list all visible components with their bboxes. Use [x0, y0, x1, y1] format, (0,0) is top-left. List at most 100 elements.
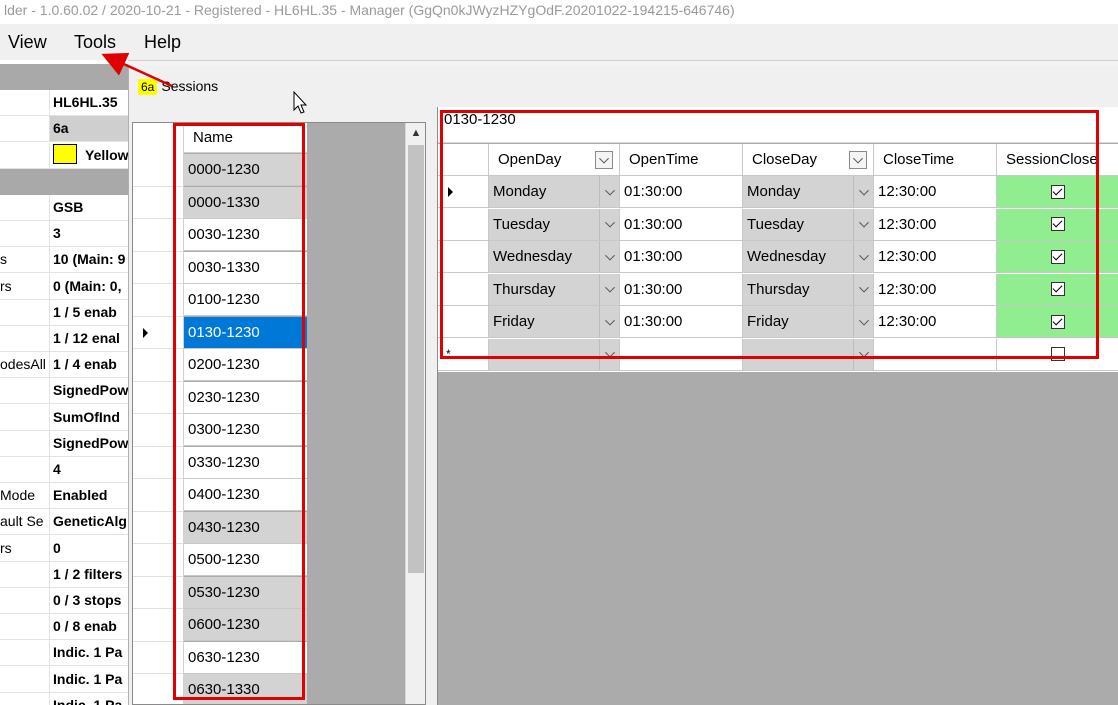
session-name-row[interactable]: 0000-1330 — [184, 186, 307, 219]
filter-dropdown-icon[interactable] — [595, 151, 613, 169]
session-close-checkbox[interactable] — [1050, 314, 1065, 329]
session-close-checkbox[interactable] — [1050, 347, 1065, 361]
combo-dropdown-button[interactable] — [853, 176, 873, 207]
combo-dropdown-button[interactable] — [599, 241, 619, 272]
cell-close-day[interactable]: Wednesday — [743, 241, 874, 273]
property-row[interactable]: rs 0 — [0, 535, 128, 562]
cell-session-close[interactable] — [997, 273, 1118, 306]
cell-close-time[interactable]: 12:30:00 — [874, 273, 997, 306]
session-close-checkbox[interactable] — [1050, 217, 1065, 231]
cell-session-close[interactable] — [997, 306, 1118, 338]
property-row[interactable]: Indic. 1 Pa — [0, 692, 128, 705]
session-close-checkbox[interactable] — [1050, 184, 1065, 199]
column-header-open-time[interactable]: OpenTime — [620, 144, 743, 176]
filter-dropdown-icon[interactable] — [849, 151, 867, 169]
session-name-row[interactable]: 0530-1230 — [184, 576, 307, 609]
property-value[interactable]: GeneticAlg — [49, 509, 128, 535]
property-value[interactable]: HL6HL.35 — [49, 90, 128, 116]
row-header-cell[interactable]: * — [438, 338, 489, 371]
property-row[interactable]: rs 0 (Main: 0, — [0, 273, 128, 300]
property-value[interactable]: Indic. 1 Pa — [49, 666, 128, 692]
cell-open-time[interactable]: 01:30:00 — [620, 306, 743, 338]
property-category-row[interactable] — [0, 168, 128, 195]
combo-dropdown-button[interactable] — [853, 273, 873, 305]
property-row[interactable]: Yellow — [0, 142, 128, 169]
cell-close-day[interactable]: Tuesday — [743, 208, 874, 241]
cell-open-time[interactable]: 01:30:00 — [620, 273, 743, 306]
scroll-thumb[interactable] — [408, 145, 424, 573]
property-row[interactable]: 1 / 2 filters — [0, 561, 128, 588]
cell-close-day[interactable] — [743, 338, 874, 371]
session-name-row[interactable]: 0000-1230 — [184, 154, 307, 186]
cell-close-time[interactable]: 12:30:00 — [874, 176, 997, 208]
cell-open-day[interactable] — [489, 338, 620, 371]
cell-session-close[interactable] — [997, 176, 1118, 208]
combo-dropdown-button[interactable] — [599, 273, 619, 305]
row-header-cell[interactable] — [438, 241, 489, 273]
combo-dropdown-button[interactable] — [599, 176, 619, 207]
row-header-cell[interactable] — [438, 273, 489, 306]
menu-view[interactable]: View — [8, 30, 47, 54]
name-column-header[interactable]: Name — [184, 123, 307, 153]
combo-dropdown-button[interactable] — [853, 306, 873, 337]
combo-dropdown-button[interactable] — [599, 338, 619, 370]
combo-dropdown-button[interactable] — [853, 338, 873, 370]
session-name-row[interactable]: 0030-1330 — [184, 251, 307, 284]
property-value[interactable]: 0 (Main: 0, — [49, 273, 128, 299]
property-value[interactable]: Indic. 1 Pa — [49, 692, 128, 705]
property-value[interactable]: GSB — [49, 195, 128, 220]
cell-open-day[interactable]: Wednesday — [489, 241, 620, 273]
row-header-cell[interactable] — [438, 176, 489, 208]
scroll-up-arrow-icon[interactable]: ▲ — [406, 123, 425, 143]
cell-session-close[interactable] — [997, 241, 1118, 273]
property-row[interactable]: Indic. 1 Pa — [0, 666, 128, 693]
property-category-row[interactable] — [0, 64, 128, 90]
session-close-checkbox[interactable] — [1050, 282, 1065, 296]
property-row[interactable]: 1 / 5 enab — [0, 299, 128, 326]
property-row[interactable]: s 10 (Main: 9 — [0, 247, 128, 274]
cell-open-day[interactable]: Tuesday — [489, 208, 620, 241]
property-value[interactable]: 10 (Main: 9 — [49, 247, 128, 273]
property-value[interactable]: 1 / 2 filters — [49, 561, 128, 587]
cell-close-time[interactable]: 12:30:00 — [874, 306, 997, 338]
property-row[interactable]: ault Se GeneticAlg — [0, 509, 128, 536]
cell-open-time[interactable] — [620, 338, 743, 371]
property-value[interactable]: 0 — [49, 535, 128, 561]
combo-dropdown-button[interactable] — [853, 241, 873, 272]
session-name-row[interactable]: 0500-1230 — [184, 544, 307, 576]
cell-open-time[interactable]: 01:30:00 — [620, 241, 743, 273]
property-row[interactable]: 1 / 12 enal — [0, 326, 128, 352]
cell-open-day[interactable]: Monday — [489, 176, 620, 208]
property-value[interactable]: 6a — [49, 116, 128, 142]
property-value[interactable]: 1 / 12 enal — [49, 326, 128, 351]
property-row[interactable]: SumOfInd — [0, 404, 128, 431]
column-header-open-day[interactable]: OpenDay — [489, 144, 620, 176]
column-header-close-time[interactable]: CloseTime — [874, 144, 997, 176]
property-row[interactable]: odesAll 1 / 4 enab — [0, 352, 128, 379]
property-value[interactable]: SignedPow — [49, 430, 128, 456]
cell-close-day[interactable]: Thursday — [743, 273, 874, 306]
property-row[interactable]: 0 / 8 enab — [0, 614, 128, 641]
cell-close-day[interactable]: Monday — [743, 176, 874, 208]
session-name-row[interactable]: 0400-1230 — [184, 479, 307, 511]
property-value[interactable]: 3 — [49, 221, 128, 247]
row-header-cell[interactable] — [438, 306, 489, 338]
cell-close-time[interactable]: 12:30:00 — [874, 241, 997, 273]
cell-open-day[interactable]: Friday — [489, 306, 620, 338]
property-row[interactable]: 4 — [0, 457, 128, 483]
property-row[interactable]: GSB — [0, 195, 128, 221]
name-list-scrollbar[interactable]: ▲ — [405, 123, 425, 704]
property-value[interactable]: 1 / 4 enab — [49, 352, 128, 378]
property-row[interactable]: HL6HL.35 — [0, 90, 128, 117]
session-name-row[interactable]: 0230-1230 — [184, 381, 307, 414]
combo-dropdown-button[interactable] — [853, 208, 873, 240]
property-value[interactable]: 0 / 8 enab — [49, 614, 128, 640]
cell-session-close[interactable] — [997, 339, 1118, 371]
property-value[interactable]: 0 / 3 stops — [49, 588, 128, 613]
session-close-checkbox[interactable] — [1050, 249, 1065, 264]
property-value[interactable]: SumOfInd — [49, 404, 128, 430]
cell-open-time[interactable]: 01:30:00 — [620, 208, 743, 241]
column-header-close-day[interactable]: CloseDay — [743, 144, 874, 176]
property-value[interactable]: Indic. 1 Pa — [49, 640, 128, 666]
session-name-row[interactable]: 0330-1230 — [184, 446, 307, 479]
